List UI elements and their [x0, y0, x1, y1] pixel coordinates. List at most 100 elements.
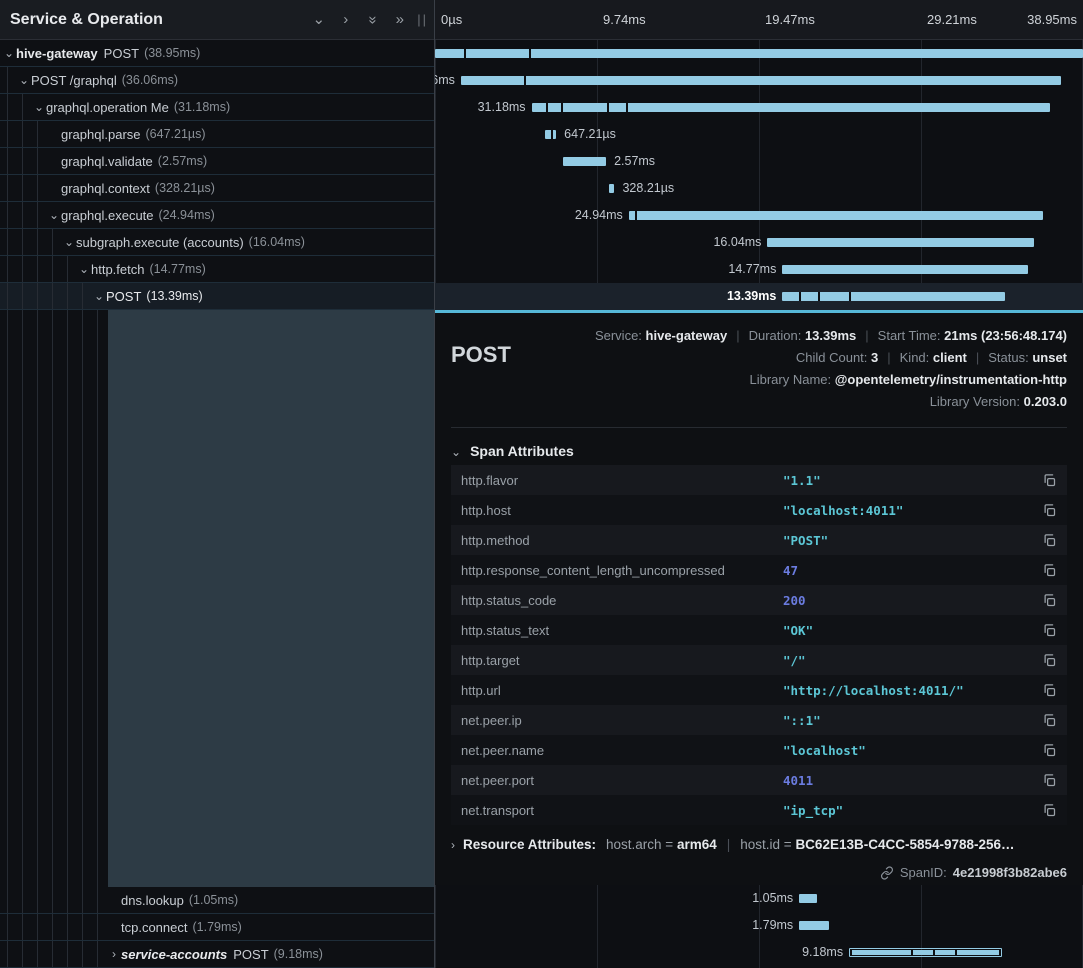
timeline-row[interactable]: 16.04ms: [435, 229, 1083, 256]
copy-icon[interactable]: [1042, 533, 1057, 548]
attribute-row: net.transport "ip_tcp": [451, 795, 1067, 825]
span-bar[interactable]: [782, 292, 1005, 301]
timeline-row[interactable]: 13.39ms: [435, 283, 1083, 310]
span-duration: (36.06ms): [122, 73, 178, 87]
timeline-row[interactable]: 31.18ms: [435, 94, 1083, 121]
resource-attributes-header[interactable]: ›Resource Attributes:host.arch = arm64|h…: [451, 837, 1015, 852]
span-bar[interactable]: [849, 948, 1002, 957]
span-tree-row[interactable]: ⌄ graphql.operation Me (31.18ms): [0, 94, 434, 121]
span-bar[interactable]: [629, 211, 1044, 220]
expand-toggle-icon[interactable]: ⌄: [77, 262, 91, 276]
chevron-right-icon: ›: [451, 838, 455, 852]
meta-value: 0.203.0: [1024, 394, 1067, 409]
timeline-row[interactable]: 14.77ms: [435, 256, 1083, 283]
span-bar[interactable]: [532, 103, 1050, 112]
copy-icon[interactable]: [1042, 773, 1057, 788]
span-duration-label: 1.79ms: [752, 918, 793, 932]
service-name: service-accounts: [121, 947, 227, 962]
timeline-row[interactable]: 36.06ms: [435, 67, 1083, 94]
attribute-key: http.host: [461, 503, 783, 518]
span-duration-label: 14.77ms: [728, 262, 776, 276]
resource-divider: |: [727, 837, 731, 852]
copy-icon[interactable]: [1042, 503, 1057, 518]
timeline-row[interactable]: 24.94ms: [435, 202, 1083, 229]
collapse-all-icon[interactable]: »: [386, 8, 413, 32]
span-duration: (647.21µs): [146, 127, 206, 141]
span-bar[interactable]: [461, 76, 1061, 85]
timeline-row[interactable]: 1.05ms: [435, 885, 1083, 912]
span-bar[interactable]: [435, 49, 1083, 58]
chevron-down-icon[interactable]: ⌄: [305, 8, 332, 32]
expand-toggle-icon[interactable]: ⌄: [17, 73, 31, 87]
copy-icon[interactable]: [1042, 473, 1057, 488]
chevron-right-icon[interactable]: ›: [332, 8, 359, 32]
span-bar[interactable]: [545, 130, 556, 139]
resize-handle[interactable]: ||: [417, 12, 428, 27]
span-tree-row[interactable]: graphql.parse (647.21µs): [0, 121, 434, 148]
span-bar[interactable]: [609, 184, 615, 193]
span-tree-row[interactable]: ⌄ POST /graphql (36.06ms): [0, 67, 434, 94]
span-tree-row[interactable]: ⌄ graphql.execute (24.94ms): [0, 202, 434, 229]
timeline-row[interactable]: 1.79ms: [435, 912, 1083, 939]
meta-value: @opentelemetry/instrumentation-http: [835, 372, 1067, 387]
timeline-row[interactable]: [435, 40, 1083, 67]
span-meta-line: Library Name: @opentelemetry/instrumenta…: [595, 369, 1067, 391]
timeline-axis: 0µs9.74ms19.47ms29.21ms38.95ms: [435, 0, 1083, 40]
indent-guides: [0, 283, 90, 309]
copy-icon[interactable]: [1042, 653, 1057, 668]
meta-value: 13.39ms: [805, 328, 856, 343]
expand-toggle-icon[interactable]: ⌄: [32, 100, 46, 114]
time-tick-label: 0µs: [441, 12, 462, 27]
span-duration: (14.77ms): [149, 262, 205, 276]
indent-guides: [0, 148, 45, 174]
span-tree-row[interactable]: graphql.context (328.21µs): [0, 175, 434, 202]
timeline-row[interactable]: 2.57ms: [435, 148, 1083, 175]
expand-toggle-icon[interactable]: ⌄: [2, 46, 16, 60]
copy-icon[interactable]: [1042, 593, 1057, 608]
expand-toggle-icon[interactable]: ›: [107, 947, 121, 961]
span-bar[interactable]: [767, 238, 1034, 247]
child-marker: [635, 211, 637, 220]
copy-icon[interactable]: [1042, 563, 1057, 578]
timeline-row[interactable]: 647.21µs: [435, 121, 1083, 148]
child-marker: [626, 103, 628, 112]
timeline-row[interactable]: 9.18ms: [435, 939, 1083, 966]
copy-icon[interactable]: [1042, 803, 1057, 818]
expand-toggle-icon[interactable]: ⌄: [62, 235, 76, 249]
expand-toggle-icon[interactable]: ⌄: [92, 289, 106, 303]
span-duration: (328.21µs): [155, 181, 215, 195]
copy-icon[interactable]: [1042, 713, 1057, 728]
panel-title: Service & Operation: [10, 11, 305, 29]
span-meta-line: Service: hive-gateway|Duration: 13.39ms|…: [595, 325, 1067, 347]
meta-divider: |: [887, 350, 890, 365]
attribute-row: http.url "http://localhost:4011/": [451, 675, 1067, 705]
span-tree-row[interactable]: ⌄ subgraph.execute (accounts) (16.04ms): [0, 229, 434, 256]
span-tree-row[interactable]: dns.lookup (1.05ms): [0, 887, 434, 914]
expand-all-icon[interactable]: »: [361, 6, 385, 33]
child-marker: [849, 292, 851, 301]
span-bar[interactable]: [799, 894, 816, 903]
copy-icon[interactable]: [1042, 683, 1057, 698]
span-tree-bottom: dns.lookup (1.05ms) tcp.connect (1.79ms)…: [0, 887, 434, 968]
span-tree-row[interactable]: › service-accounts POST (9.18ms): [0, 941, 434, 968]
span-tree-row[interactable]: ⌄ POST (13.39ms): [0, 283, 434, 310]
copy-icon[interactable]: [1042, 623, 1057, 638]
span-attributes-header[interactable]: ⌄Span Attributes: [451, 443, 574, 459]
span-bar[interactable]: [799, 921, 829, 930]
attribute-key: net.peer.port: [461, 773, 783, 788]
meta-value: hive-gateway: [646, 328, 728, 343]
span-tree-row[interactable]: ⌄ http.fetch (14.77ms): [0, 256, 434, 283]
operation-name: graphql.context: [61, 181, 150, 196]
span-bar[interactable]: [782, 265, 1028, 274]
timeline-panel: 0µs9.74ms19.47ms29.21ms38.95ms 36.06ms 3…: [435, 0, 1083, 968]
span-bar[interactable]: [563, 157, 606, 166]
span-duration-label: 2.57ms: [614, 154, 655, 168]
span-tree-row[interactable]: graphql.validate (2.57ms): [0, 148, 434, 175]
expand-toggle-icon[interactable]: ⌄: [47, 208, 61, 222]
span-tree-row[interactable]: ⌄ hive-gateway POST (38.95ms): [0, 40, 434, 67]
operation-name: tcp.connect: [121, 920, 188, 935]
timeline-row[interactable]: 328.21µs: [435, 175, 1083, 202]
copy-icon[interactable]: [1042, 743, 1057, 758]
span-duration: (24.94ms): [159, 208, 215, 222]
span-tree-row[interactable]: tcp.connect (1.79ms): [0, 914, 434, 941]
